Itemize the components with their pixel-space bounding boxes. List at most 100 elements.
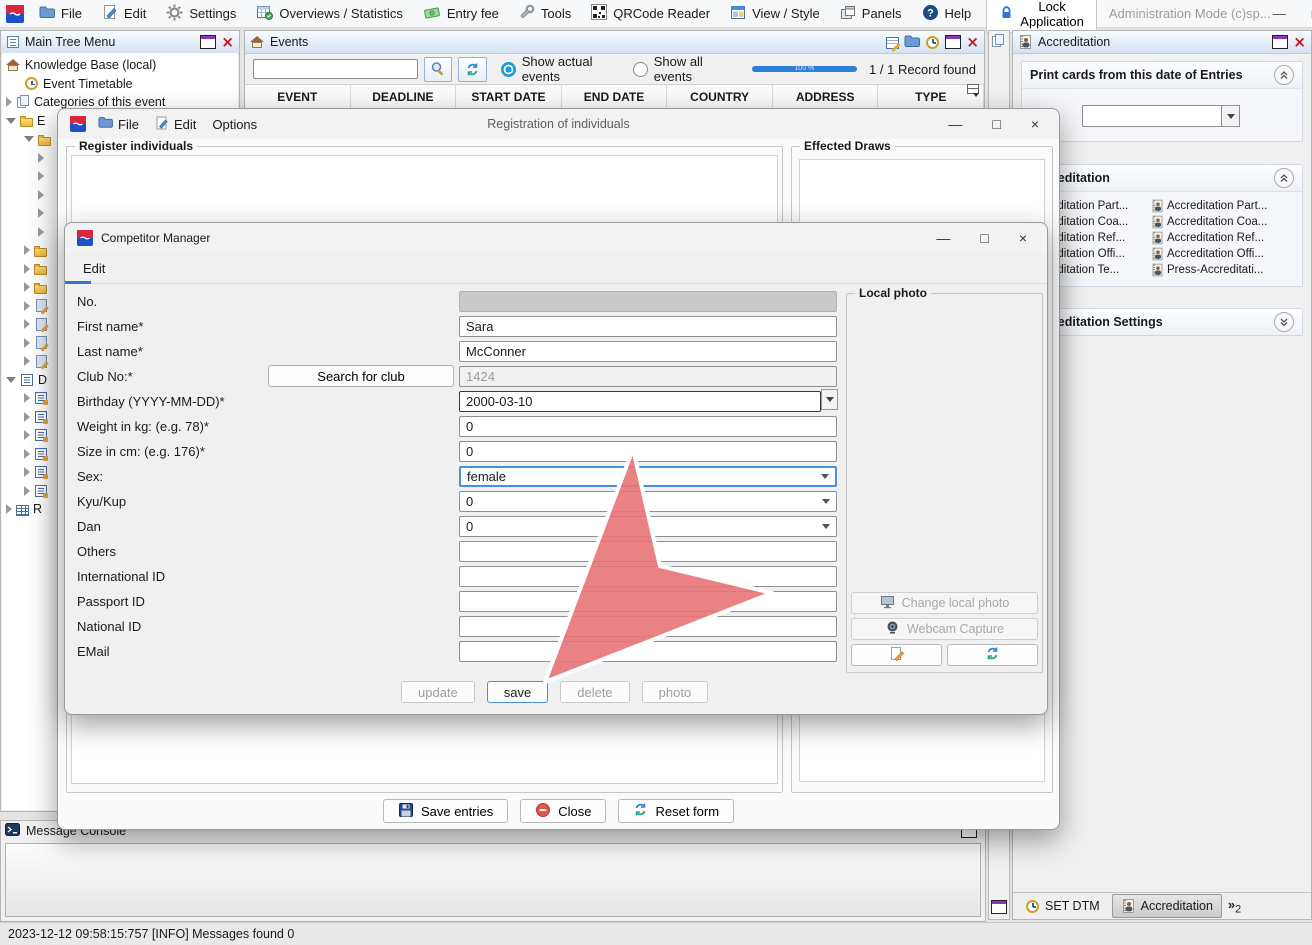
dock-maximize-button[interactable] (991, 900, 1007, 914)
reset-form-button[interactable]: Reset form (618, 799, 734, 823)
panel-close-icon[interactable]: × (1293, 35, 1306, 50)
tree-item[interactable]: Event Timetable (2, 75, 238, 94)
accreditation-item[interactable]: Press-Accreditati... (1167, 264, 1264, 276)
console-output[interactable] (5, 843, 981, 917)
minimize-button[interactable]: — (936, 230, 950, 246)
date-dropdown-button[interactable] (821, 389, 838, 410)
menu-entry-fee[interactable]: Entry fee (414, 2, 508, 26)
column-header[interactable]: ADDRESS (773, 85, 879, 109)
menu-edit[interactable]: Edit (79, 259, 109, 278)
menu-edit[interactable]: Edit (151, 114, 200, 135)
field-input[interactable] (459, 591, 837, 612)
menu-qrcode-reader[interactable]: QRCode Reader (582, 1, 719, 26)
folder-icon[interactable] (904, 34, 920, 51)
field-input[interactable] (459, 616, 837, 637)
collapse-chevron-icon[interactable] (1274, 168, 1294, 188)
edit-event-icon[interactable] (886, 37, 899, 49)
tree-expander-icon[interactable] (24, 486, 30, 496)
accreditation-item[interactable]: Accreditation Coa... (1167, 216, 1267, 228)
column-header[interactable]: START DATE (456, 85, 562, 109)
menu-view-style[interactable]: View / Style (721, 2, 829, 26)
field-input[interactable] (459, 291, 837, 312)
search-for-club-button[interactable]: Search for club (268, 365, 454, 387)
accreditation-item[interactable]: Accreditation Part... (1167, 200, 1267, 212)
accreditation-item[interactable]: Accreditation Ref... (1167, 232, 1264, 244)
save-entries-button[interactable]: Save entries (383, 799, 508, 823)
tree-item[interactable]: Knowledge Base (local) (2, 56, 238, 75)
maximize-button[interactable]: □ (980, 230, 988, 246)
pages-icon[interactable] (992, 36, 1001, 47)
webcam-capture-button[interactable]: Webcam Capture (851, 618, 1038, 640)
maximize-button[interactable]: □ (992, 116, 1000, 132)
tab-overflow-indicator[interactable]: »2 (1228, 897, 1241, 916)
accreditation-header[interactable]: Accreditation (1022, 165, 1302, 192)
settings-header[interactable]: Accreditation Settings (1022, 309, 1302, 335)
delete-button[interactable]: delete (560, 681, 629, 703)
collapse-chevron-icon[interactable] (1274, 65, 1294, 85)
panel-close-icon[interactable]: × (966, 35, 979, 50)
tree-expander-icon[interactable] (38, 227, 44, 237)
update-button[interactable]: update (401, 681, 475, 703)
menu-panels[interactable]: Panels (831, 2, 911, 26)
tree-expander-icon[interactable] (24, 338, 30, 348)
field-input[interactable]: 0 (459, 491, 837, 512)
menu-file[interactable]: File (30, 2, 91, 25)
close-button[interactable]: × (1031, 116, 1039, 132)
column-header[interactable]: EVENT (245, 85, 351, 109)
accreditation-item[interactable]: Accreditation Offi... (1167, 248, 1264, 260)
tree-expander-icon[interactable] (24, 393, 30, 403)
tree-expander-icon[interactable] (38, 171, 44, 181)
tree-expander-icon[interactable] (24, 282, 30, 292)
tree-expander-icon[interactable] (24, 449, 30, 459)
tree-expander-icon[interactable] (24, 301, 30, 311)
refresh-photo-button[interactable] (947, 644, 1038, 666)
tab-accreditation[interactable]: Accreditation (1112, 894, 1222, 918)
column-chooser-button[interactable] (964, 84, 982, 94)
menu-overviews-statistics[interactable]: Overviews / Statistics (247, 1, 412, 26)
search-button[interactable] (424, 57, 452, 82)
panel-maximize-button[interactable] (200, 35, 216, 49)
field-input[interactable]: female (459, 466, 837, 487)
minimize-button[interactable]: — (1273, 6, 1286, 21)
tree-expander-icon[interactable] (38, 190, 44, 200)
photo-button[interactable]: photo (642, 681, 709, 703)
combo-value[interactable] (1082, 105, 1222, 127)
tree-expander-icon[interactable] (38, 208, 44, 218)
close-button[interactable]: Close (520, 799, 606, 823)
column-header[interactable]: END DATE (562, 85, 668, 109)
tree-expander-icon[interactable] (24, 412, 30, 422)
field-input[interactable] (459, 541, 837, 562)
menu-help[interactable]: ? Help (913, 1, 981, 27)
panel-maximize-button[interactable] (945, 35, 961, 49)
panel-maximize-button[interactable] (1272, 35, 1288, 49)
tree-expander-icon[interactable] (24, 430, 30, 440)
tree-expander-icon[interactable] (24, 467, 30, 477)
chevron-down-icon[interactable] (1222, 105, 1240, 127)
tree-expander-icon[interactable] (24, 245, 30, 255)
field-input[interactable] (459, 566, 837, 587)
menu-file[interactable]: File (94, 114, 143, 134)
tree-expander-icon[interactable] (24, 264, 30, 274)
tree-expander-icon[interactable] (6, 97, 12, 107)
tab-set-dtm[interactable]: SET DTM (1017, 895, 1108, 917)
column-header[interactable]: COUNTRY (667, 85, 773, 109)
radio-show-all-events[interactable] (633, 62, 648, 77)
lock-application-button[interactable]: Lock Application (986, 0, 1097, 33)
edit-photo-button[interactable] (851, 644, 942, 666)
radio-show-actual-events[interactable] (501, 62, 516, 77)
menu-settings[interactable]: Settings (157, 1, 245, 27)
field-input[interactable]: McConner (459, 341, 837, 362)
field-input[interactable]: 2000-03-10 (459, 391, 821, 412)
close-button[interactable]: × (1019, 230, 1027, 246)
menu-edit[interactable]: Edit (93, 1, 155, 26)
minimize-button[interactable]: — (948, 116, 962, 132)
field-input[interactable]: 0 (459, 441, 837, 462)
tree-expander-icon[interactable] (24, 356, 30, 366)
search-input[interactable] (253, 59, 418, 79)
tree-expander-icon[interactable] (24, 319, 30, 329)
tree-expander-icon[interactable] (38, 153, 44, 163)
field-input[interactable]: Sara (459, 316, 837, 337)
menu-tools[interactable]: Tools (510, 1, 580, 26)
expand-chevron-icon[interactable] (1274, 312, 1294, 332)
change-local-photo-button[interactable]: Change local photo (851, 592, 1038, 614)
